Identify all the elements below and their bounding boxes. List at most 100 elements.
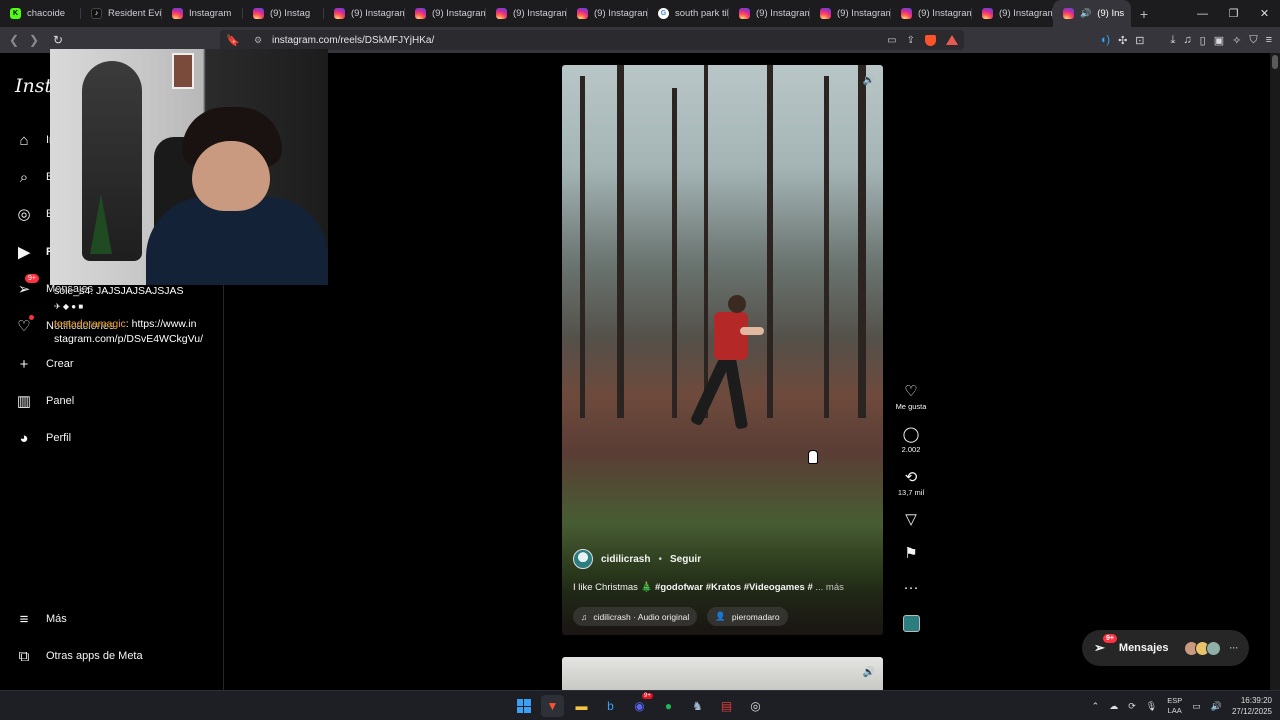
sidebar-item-meta-apps[interactable]: ⧉ Otras apps de Meta [14, 644, 143, 668]
sidebar-item-label: Perfil [46, 432, 72, 444]
reel-video[interactable]: 🔊 cidilicrash • Seguir I like Christmas … [562, 65, 883, 635]
volume-icon[interactable]: 🔊 [863, 667, 875, 678]
discord-badge: 9+ [642, 693, 653, 699]
steam-icon[interactable]: ♞ [686, 695, 709, 717]
save-button[interactable]: ⚑ [890, 545, 932, 563]
media-icon[interactable]: ♫ [1183, 34, 1191, 46]
extensions-puzzle-icon[interactable]: ✣ [1118, 34, 1127, 47]
sidebar-item-explore[interactable]: ◎E [14, 202, 53, 226]
tab-instagram[interactable]: (9) Instagram [324, 0, 405, 27]
tab-instagram[interactable]: (9) Instagram [729, 0, 810, 27]
volume-icon[interactable]: 🔊 [1211, 701, 1222, 712]
tab-instagram[interactable]: (9) Instagram [810, 0, 891, 27]
sidebar-item-home[interactable]: ⌂In [14, 128, 55, 152]
vpn-icon[interactable]: ⛉ [1249, 34, 1257, 47]
tree-trunk [580, 76, 585, 419]
streaming-app-icon[interactable]: ▤ [715, 695, 738, 717]
discord-icon[interactable]: ◉ 9+ [628, 693, 653, 717]
display-icon[interactable]: ▭ [1192, 701, 1201, 712]
wallet-icon[interactable]: ▣ [1214, 34, 1224, 47]
tab-instagram[interactable]: Instagram [162, 0, 243, 27]
cloud-icon[interactable]: ☁ [1109, 701, 1118, 712]
sidebar-item-label: Otras apps de Meta [46, 650, 143, 662]
tab-instagram[interactable]: (9) Instagram [486, 0, 567, 27]
tree-trunk [672, 87, 677, 419]
microphone-icon[interactable]: 🎙 [1146, 701, 1157, 712]
clock[interactable]: 16:39:20 27/12/2025 [1232, 695, 1272, 717]
sidebar-toggle-icon[interactable]: ▯ [1200, 34, 1206, 47]
audio-thumbnail[interactable] [903, 615, 920, 632]
close-window-icon[interactable]: ✕ [1249, 0, 1280, 27]
tab-tiktok[interactable]: ♪ Resident Evil [81, 0, 162, 27]
site-settings-icon[interactable]: ⚙ [254, 35, 270, 46]
brave-browser-icon[interactable]: ▼ [541, 695, 564, 717]
sidebar-item-search[interactable]: ⌕B [14, 165, 54, 189]
tab-title: (9) Instagram [837, 8, 891, 19]
download-icon[interactable]: ⤓ [1171, 34, 1176, 47]
follow-button[interactable]: Seguir [670, 554, 701, 565]
tab-instagram[interactable]: (9) Instag [243, 0, 324, 27]
author-username[interactable]: cidilicrash [601, 554, 650, 565]
cast-icon[interactable]: ▭ [887, 35, 896, 46]
windows-start-icon[interactable] [512, 695, 535, 717]
messages-button[interactable]: ➢ 9+ Mensajes ··· [1082, 630, 1249, 666]
speaker-icon[interactable]: 🔊 [1080, 8, 1091, 19]
tab-instagram[interactable]: (9) Instagram [405, 0, 486, 27]
tagged-user-pill[interactable]: 👤 pieromadaro [707, 607, 788, 626]
share-icon[interactable]: ⇪ [907, 35, 915, 46]
leo-ai-icon[interactable]: ✧ [1232, 34, 1241, 47]
reel-caption[interactable]: I like Christmas 🎄 #godofwar #Kratos #Vi… [573, 582, 844, 593]
sidebar-item-dashboard[interactable]: ▥ Panel [14, 389, 74, 413]
sidebar-item-reels[interactable]: ▶R [14, 240, 54, 264]
tab-instagram[interactable]: (9) Instagram [891, 0, 972, 27]
meta-apps-icon: ⧉ [18, 647, 30, 665]
more-options-button[interactable]: ··· [890, 579, 932, 597]
tab-title: (9) Instagram [351, 8, 405, 19]
next-reel-preview[interactable]: 🔊 [562, 657, 883, 690]
language-indicator[interactable]: ESP LAA [1167, 696, 1182, 716]
repost-button[interactable]: ⟲ 13,7 mil [890, 469, 932, 497]
volume-icon[interactable]: 🔊 [863, 75, 875, 86]
author-avatar[interactable] [573, 549, 593, 569]
reload-icon[interactable]: ↻ [48, 33, 68, 47]
audio-pill[interactable]: ♫ cidilicrash · Audio original [573, 607, 698, 626]
share-button[interactable]: ▽ [890, 511, 932, 529]
chevron-up-icon[interactable]: ⌃ [1092, 701, 1100, 712]
url-text[interactable]: instagram.com/reels/DSkMFJYjHKa/ [272, 35, 434, 46]
menu-icon[interactable]: ≡ [1266, 34, 1272, 46]
tab-google[interactable]: Gsouth park til [648, 0, 729, 27]
spotify-icon[interactable]: ● [657, 695, 680, 717]
screenshot-icon[interactable]: ⊡ [1135, 34, 1144, 47]
instagram-icon [496, 8, 507, 19]
file-explorer-icon[interactable]: ▬ [570, 695, 593, 717]
obs-icon[interactable]: ◎ [744, 695, 767, 717]
caption-hashtags[interactable]: #godofwar #Kratos #Videogames # [655, 582, 813, 593]
hand-cursor-icon [808, 450, 818, 464]
sidebar-item-more[interactable]: ≡ Más [14, 607, 67, 631]
forward-icon[interactable]: ❯ [24, 33, 44, 47]
tab-instagram[interactable]: (9) Instagram [972, 0, 1053, 27]
like-button[interactable]: ♡ Me gusta [890, 383, 932, 411]
brave-shields-icon[interactable] [925, 34, 936, 46]
maximize-icon[interactable]: ❐ [1218, 0, 1249, 27]
close-tab-icon[interactable]: ✕ [1130, 7, 1131, 20]
bookmark-icon[interactable]: 🔖 [224, 34, 242, 47]
audio-extension-icon[interactable]: ◖) [1100, 34, 1110, 46]
back-icon[interactable]: ❮ [4, 33, 24, 47]
new-tab-button[interactable]: + [1131, 6, 1157, 22]
sidebar-item-create[interactable]: + Crear [14, 352, 74, 376]
scrollbar-thumb[interactable] [1272, 55, 1278, 69]
sync-icon[interactable]: ⟳ [1128, 701, 1136, 712]
tab-instagram[interactable]: (9) Instagram [567, 0, 648, 27]
comment-button[interactable]: ◯ 2.002 [890, 426, 932, 454]
minimize-icon[interactable]: — [1187, 0, 1218, 27]
address-bar[interactable]: 🔖 ⚙ instagram.com/reels/DSkMFJYjHKa/ ▭ ⇪ [220, 30, 964, 50]
tab-kick[interactable]: Kchacoide [0, 0, 81, 27]
caption-more-link[interactable]: ... más [813, 582, 844, 593]
sidebar-item-profile[interactable]: ◕ Perfil [14, 426, 71, 450]
tab-instagram-active[interactable]: 🔊 (9) Ins ✕ [1053, 0, 1131, 27]
chat-username: sole_s4 [54, 285, 91, 297]
brave-rewards-icon[interactable] [946, 35, 958, 45]
page-scrollbar[interactable] [1270, 53, 1280, 690]
bing-icon[interactable]: b [599, 695, 622, 717]
